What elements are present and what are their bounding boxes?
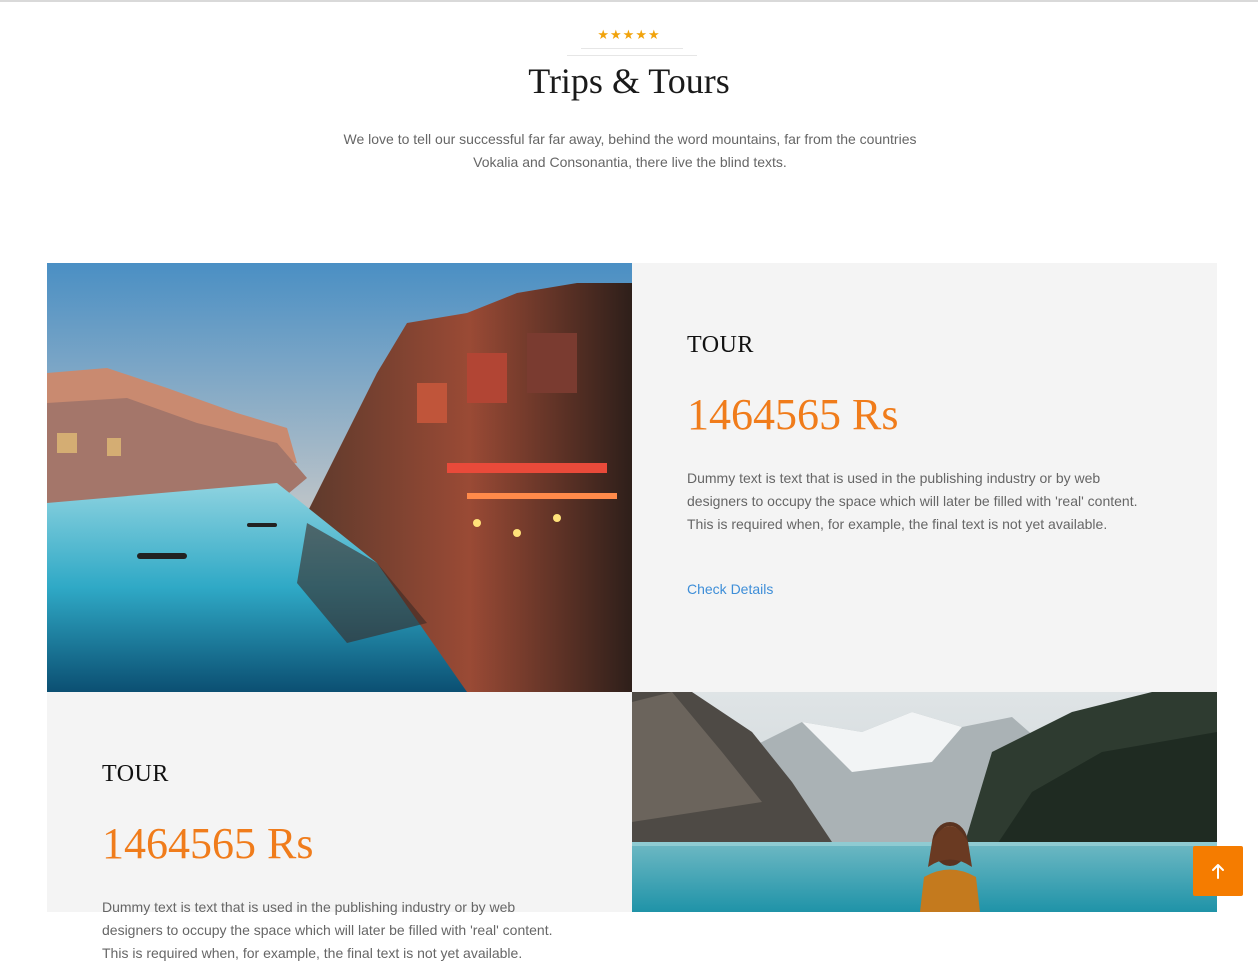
back-to-top-button[interactable] [1193,846,1243,896]
section-title: Trips & Tours [528,61,730,101]
section-intro: We love to tell our successful far far a… [343,131,917,170]
top-divider [0,0,1258,2]
tour-card-1-info: TOUR 1464565 Rs Dummy text is text that … [632,263,1217,692]
title-divider [567,48,697,57]
tour-label: TOUR [102,761,169,787]
venice-canal-image[interactable] [47,263,632,692]
tour-price: 1464565 Rs [102,819,314,868]
tour-description: Dummy text is text that is used in the p… [687,470,1138,532]
tour-description: Dummy text is text that is used in the p… [102,899,553,961]
mountain-lake-image[interactable] [632,692,1217,912]
arrow-up-icon [1212,864,1224,879]
tour-label: TOUR [687,332,754,358]
check-details-link[interactable]: Check Details [687,581,773,597]
tour-price: 1464565 Rs [687,390,899,439]
rating-stars: ★★★★★ [597,27,661,42]
tour-card-2-info: TOUR 1464565 Rs Dummy text is text that … [47,692,632,961]
